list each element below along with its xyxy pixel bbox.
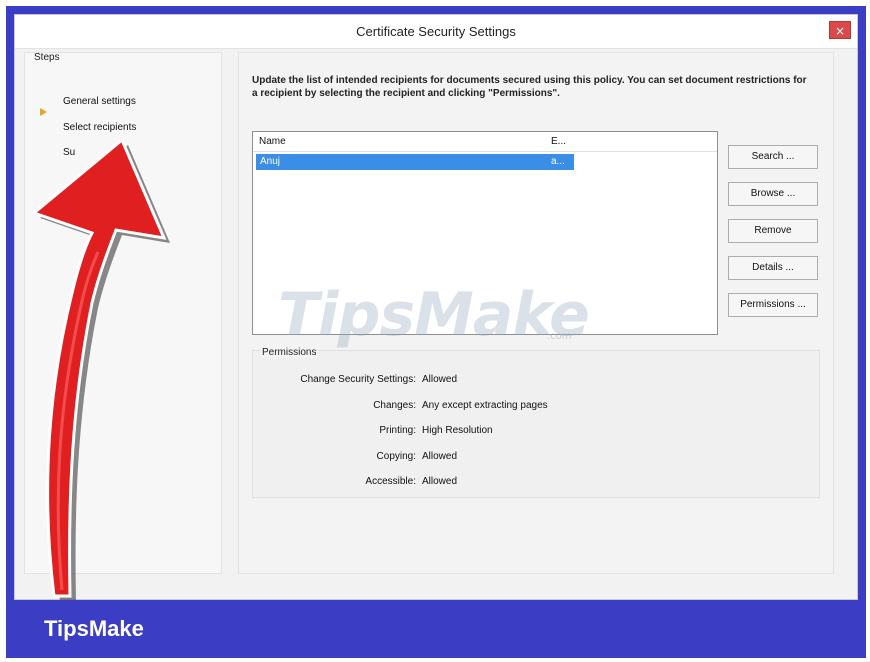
footer-brand: TipsMake <box>44 616 144 641</box>
permissions-title: Permissions <box>260 347 319 358</box>
perm-label-accessible: Accessible: <box>365 476 416 487</box>
perm-value-printing: High Resolution <box>422 425 493 436</box>
browse-button[interactable]: Browse ... <box>728 182 818 206</box>
list-header: Name E... <box>253 132 717 152</box>
recipient-row[interactable]: Anuj a... <box>256 154 574 170</box>
current-step-arrow-icon <box>40 108 47 116</box>
window-title: Certificate Security Settings <box>356 24 516 39</box>
perm-value-changes: Any except extracting pages <box>422 400 548 411</box>
permissions-button[interactable]: Permissions ... <box>728 293 818 317</box>
recipient-name: Anuj <box>260 156 281 167</box>
search-button[interactable]: Search ... <box>728 145 818 169</box>
column-header-name[interactable]: Name <box>259 136 286 147</box>
column-header-email[interactable]: E... <box>551 136 566 147</box>
step-general-settings[interactable]: General settings <box>63 96 136 107</box>
details-button[interactable]: Details ... <box>728 256 818 280</box>
remove-button[interactable]: Remove <box>728 219 818 243</box>
perm-value-copying: Allowed <box>422 451 458 462</box>
recipient-email: a... <box>551 156 565 167</box>
perm-value-change-security: Allowed <box>422 374 458 385</box>
watermark-text: TipsMake <box>278 280 590 350</box>
perm-label-change-security: Change Security Settings: <box>300 374 416 385</box>
perm-label-changes: Changes: <box>373 400 416 411</box>
watermark-suffix: .com <box>547 331 572 342</box>
perm-label-copying: Copying: <box>376 451 416 462</box>
title-bar: Certificate Security Settings × <box>15 15 857 49</box>
red-pointer-arrow-icon <box>30 137 170 600</box>
perm-label-printing: Printing: <box>379 425 416 436</box>
close-button[interactable]: × <box>829 21 851 39</box>
perm-value-accessible: Allowed <box>422 476 458 487</box>
instructions-text: Update the list of intended recipients f… <box>252 75 807 99</box>
steps-heading: Steps <box>34 52 60 63</box>
permissions-group <box>252 350 820 498</box>
